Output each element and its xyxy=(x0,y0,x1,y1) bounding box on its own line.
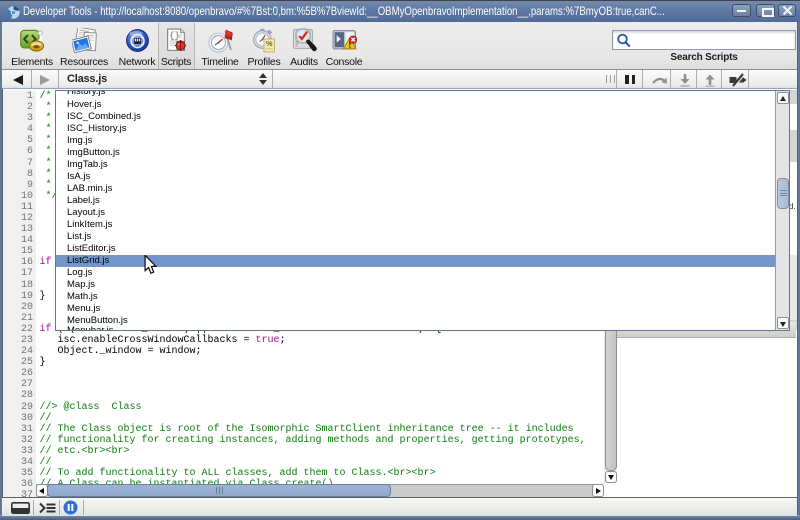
svg-text:%: % xyxy=(265,39,272,48)
svg-text:{}: {} xyxy=(169,31,180,41)
